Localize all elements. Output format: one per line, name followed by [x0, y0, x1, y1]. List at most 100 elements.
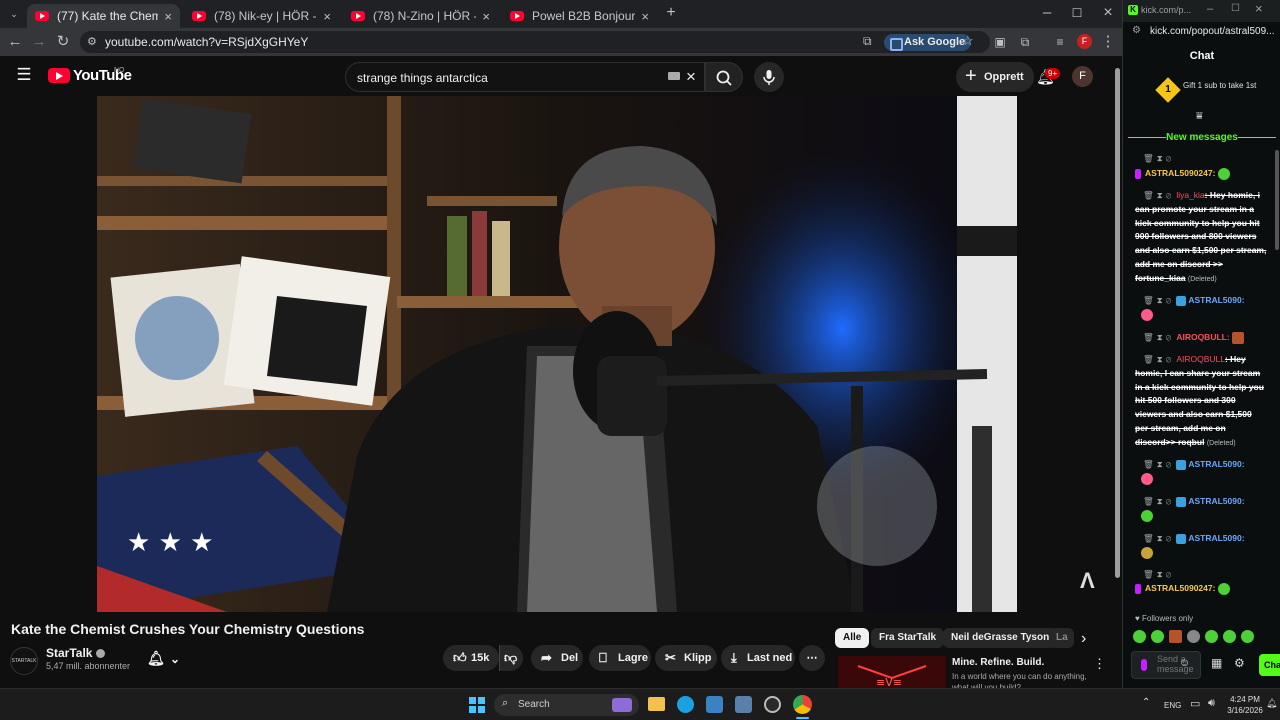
tray-overflow-icon[interactable]: ⌃: [1142, 697, 1150, 708]
chip-neil-degrasse-tyson[interactable]: Neil deGrasse Tyson: [943, 628, 1058, 648]
download-button[interactable]: ⤓ Last ned: [721, 645, 795, 671]
chat-username[interactable]: ASTRAL5090247:: [1145, 168, 1215, 178]
create-button[interactable]: Opprett: [956, 61, 1034, 92]
chip-all[interactable]: Alle: [835, 628, 870, 648]
close-tab-icon[interactable]: ×: [323, 9, 331, 24]
recommended-title[interactable]: Mine. Refine. Build.: [952, 657, 1044, 668]
chat-username[interactable]: ASTRAL5090247:: [1145, 583, 1215, 593]
app-icon[interactable]: [735, 696, 752, 713]
forward-icon[interactable]: →: [30, 33, 48, 51]
emote-icon[interactable]: [1151, 630, 1164, 643]
tab-powel-b2b[interactable]: Powel B2B Bonjour Ben | HÖR · ×: [502, 4, 657, 28]
chat-username[interactable]: AIROQBULL:: [1176, 332, 1229, 342]
chip-from-startalk[interactable]: Fra StarTalk: [871, 628, 945, 648]
hamburger-menu-icon[interactable]: ☰: [15, 66, 33, 84]
share-button[interactable]: ➦ Del: [531, 645, 583, 671]
save-button[interactable]: ⎕ Lagre: [589, 645, 651, 671]
chrome-menu-icon[interactable]: ⋮: [1099, 33, 1117, 51]
pinned-icon[interactable]: ⩸: [1196, 110, 1203, 123]
site-info-icon[interactable]: ⚙: [1132, 25, 1141, 36]
language-indicator[interactable]: ENG: [1164, 701, 1181, 710]
chat-username[interactable]: ASTRAL5090:: [1188, 295, 1244, 305]
omnibox[interactable]: ⚙ youtube.com/watch?v=RSjdXgGHYeY ⧉ Ask …: [80, 31, 990, 53]
keyboard-icon[interactable]: [668, 72, 680, 80]
chat-message[interactable]: ASTRAL5090247:: [1135, 167, 1267, 181]
profile-avatar[interactable]: F: [1077, 34, 1092, 49]
emote-picker-icon[interactable]: ☺: [1179, 657, 1190, 669]
close-window-icon[interactable]: ×: [1255, 1, 1263, 16]
windows-start-icon[interactable]: [469, 697, 485, 713]
clock[interactable]: 4:24 PM 3/16/2026: [1226, 694, 1264, 716]
quick-emote-bar[interactable]: [1133, 630, 1273, 644]
close-tab-icon[interactable]: ×: [482, 9, 490, 24]
chat-message[interactable]: ASTRAL5090247:: [1135, 582, 1267, 596]
like-button[interactable]: 👍︎ 15k: [443, 645, 499, 671]
channel-avatar[interactable]: STARTALK: [10, 647, 38, 675]
emote-icon[interactable]: [1187, 630, 1200, 643]
gift-sub-text[interactable]: Gift 1 sub to take 1st: [1183, 82, 1263, 90]
chat-username[interactable]: ASTRAL5090:: [1188, 533, 1244, 543]
recommended-thumbnail[interactable]: ≡V≡: [838, 656, 946, 688]
emote-icon[interactable]: [1205, 630, 1218, 643]
volume-icon[interactable]: 🔊︎: [1208, 697, 1215, 710]
mod-actions-icon[interactable]: 🗑︎⧗⊘: [1143, 533, 1174, 543]
chat-message[interactable]: 🗑︎⧗⊘ ASTRAL5090:: [1135, 294, 1267, 322]
chat-settings-calendar-icon[interactable]: ▦: [1211, 656, 1222, 670]
mod-actions-icon[interactable]: 🗑︎⧗⊘: [1143, 295, 1174, 305]
chat-username[interactable]: ASTRAL5090:: [1188, 459, 1244, 469]
reading-list-icon[interactable]: ≡: [1051, 33, 1069, 51]
store-icon[interactable]: [706, 696, 723, 713]
emote-icon[interactable]: [1223, 630, 1236, 643]
mod-actions-icon[interactable]: 🗑︎⧗⊘: [1143, 569, 1174, 579]
scrollbar-thumb[interactable]: [1115, 68, 1120, 578]
chip-partial[interactable]: La: [1050, 628, 1074, 648]
search-button[interactable]: [705, 62, 743, 92]
chips-next-icon[interactable]: ›: [1081, 630, 1086, 648]
site-info-icon[interactable]: ⚙: [87, 35, 97, 48]
minimize-icon[interactable]: –: [1038, 4, 1056, 22]
extensions-icon[interactable]: ▣: [991, 33, 1009, 51]
bookmark-star-icon[interactable]: ☆: [962, 33, 974, 49]
reload-icon[interactable]: ↻: [54, 33, 72, 51]
url-text[interactable]: youtube.com/watch?v=RSjdXgGHYeY: [105, 35, 308, 49]
subscribe-bell-button[interactable]: 🔔︎ ⌄: [138, 645, 190, 671]
file-explorer-icon[interactable]: [648, 697, 665, 711]
maximize-icon[interactable]: ☐: [1068, 4, 1086, 22]
taskbar-search[interactable]: ⌕ Search: [494, 694, 639, 716]
chrome-icon[interactable]: [793, 695, 812, 714]
chat-username[interactable]: ASTRAL5090:: [1188, 496, 1244, 506]
emote-icon[interactable]: [1169, 630, 1182, 643]
tab-search-icon[interactable]: ⌄: [5, 5, 23, 23]
clear-search-icon[interactable]: ×: [686, 67, 696, 87]
chat-message[interactable]: 🗑︎⧗⊘ ASTRAL5090:: [1135, 532, 1267, 560]
edge-icon[interactable]: [677, 696, 694, 713]
recommended-more-icon[interactable]: ⋮: [1093, 656, 1106, 672]
chat-username[interactable]: liya_kia: [1176, 190, 1204, 200]
video-player[interactable]: ★ ★ ★: [97, 96, 1017, 612]
emote-icon[interactable]: [1241, 630, 1254, 643]
page-scrollbar[interactable]: [1112, 56, 1122, 688]
minimize-icon[interactable]: –: [1207, 3, 1213, 15]
clip-button[interactable]: ✂ Klipp: [655, 645, 717, 671]
chat-message[interactable]: 🗑︎⧗⊘ ASTRAL5090:: [1135, 458, 1267, 486]
back-icon[interactable]: ←: [6, 33, 24, 51]
tab-n-zino[interactable]: (78) N-Zino | HÖR - March 16 / ×: [343, 4, 498, 28]
mod-actions-icon[interactable]: 🗑︎⧗⊘: [1143, 332, 1174, 342]
account-avatar[interactable]: F: [1072, 66, 1093, 87]
mod-actions-icon[interactable]: 🗑︎⧗⊘: [1143, 354, 1174, 364]
send-chat-button[interactable]: Chat: [1259, 654, 1280, 676]
chat-message[interactable]: 🗑︎⧗⊘ AIROQBULL: Hey homie, I can share yo…: [1135, 353, 1267, 451]
chat-message[interactable]: 🗑︎⧗⊘ liya_kia: Hey homie, i can promote y…: [1135, 189, 1267, 287]
network-icon[interactable]: ▭: [1190, 697, 1200, 710]
close-window-icon[interactable]: ×: [1099, 4, 1117, 22]
search-input[interactable]: strange things antarctica ×: [345, 62, 705, 92]
puzzle-icon[interactable]: ⧉: [1016, 33, 1034, 51]
chat-message[interactable]: 🗑︎⧗⊘: [1135, 568, 1267, 582]
close-tab-icon[interactable]: ×: [641, 9, 649, 24]
tab-kate-the-chemist[interactable]: (77) Kate the Chemist Crush ×: [27, 4, 180, 28]
steam-icon[interactable]: [764, 696, 781, 713]
chat-message[interactable]: 🗑︎⧗⊘ ASTRAL5090:: [1135, 495, 1267, 523]
mod-actions-icon[interactable]: 🗑︎⧗⊘: [1143, 496, 1174, 506]
tab-nik-ey[interactable]: (78) Nik-ey | HÖR - March 16 / ×: [184, 4, 339, 28]
mod-actions-icon[interactable]: 🗑︎⧗⊘: [1143, 190, 1174, 200]
